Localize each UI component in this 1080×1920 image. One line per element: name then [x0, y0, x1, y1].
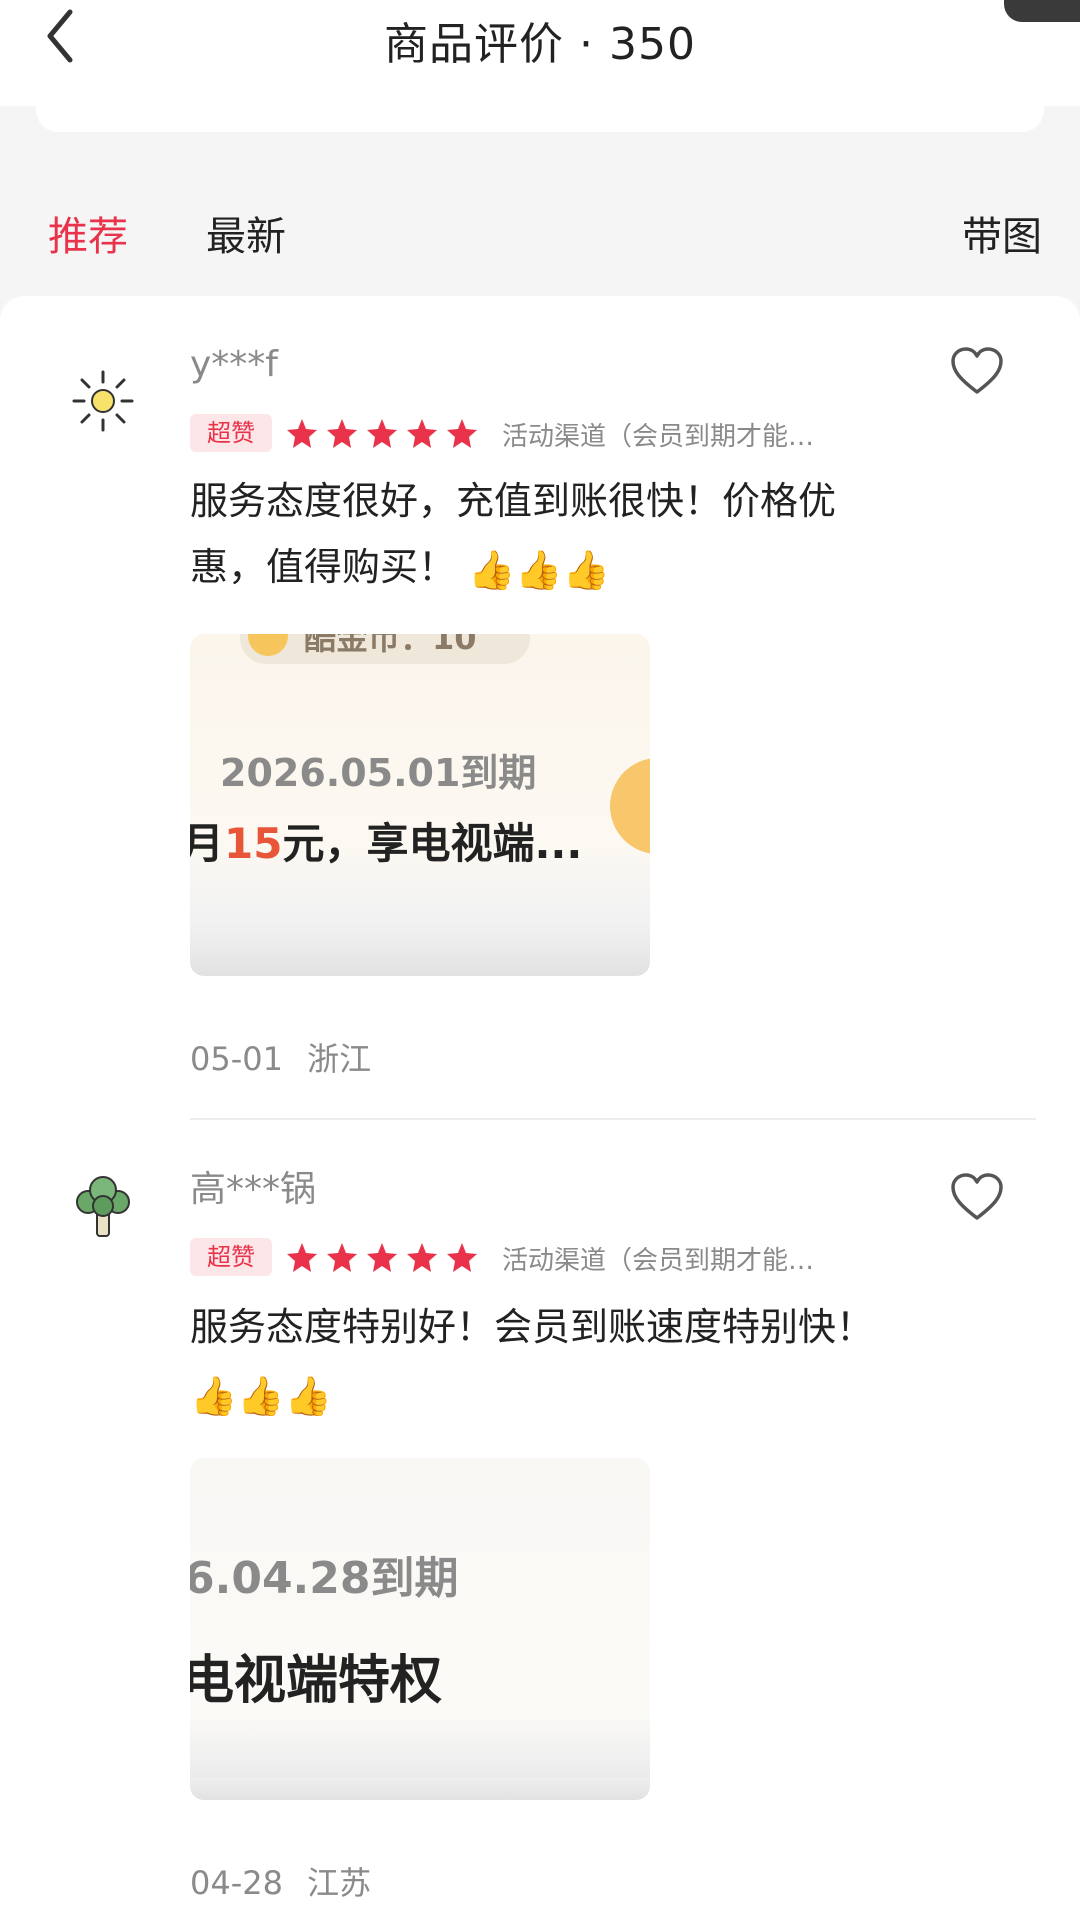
rating-badge: 超赞 — [190, 414, 272, 452]
photo-offer-line: 电视端特权 — [190, 1651, 443, 1711]
review-list: y***f 超赞 活动渠道（会员到期才能… 服务态度很好，充值到账很快！价格优惠… — [0, 296, 1080, 1920]
review-region: 浙江 — [307, 1040, 372, 1078]
review-divider — [190, 1118, 1036, 1120]
star-rating — [287, 419, 477, 448]
review-photo[interactable]: 酷金币：10 2026.05.01到期 月15元，享电视端... — [190, 634, 650, 976]
broccoli-icon — [76, 1176, 130, 1237]
header-bar: 商品评价 · 350 — [0, 0, 1080, 106]
review-text: 服务态度很好，充值到账很快！价格优惠，值得购买！ 👍👍👍 — [190, 468, 890, 603]
heart-icon[interactable] — [950, 346, 1004, 396]
tab-recommend[interactable]: 推荐 — [48, 204, 128, 262]
tab-with-images[interactable]: 带图 — [962, 204, 1042, 262]
tab-latest[interactable]: 最新 — [206, 204, 286, 262]
review-date: 04-28 — [190, 1864, 283, 1902]
sun-icon — [72, 370, 134, 432]
purchase-channel: 活动渠道（会员到期才能… — [502, 1246, 815, 1276]
thumbs-up-emoji: 👍👍👍 — [468, 547, 611, 592]
thumbs-up-emoji: 👍👍👍 — [190, 1373, 332, 1418]
photo-expiry: 2026.05.01到期 — [220, 751, 537, 795]
star-rating — [287, 1243, 477, 1272]
photo-expiry: 6.04.28到期 — [190, 1553, 459, 1604]
review-username: y***f — [190, 344, 278, 385]
rating-badge: 超赞 — [190, 1238, 272, 1276]
photo-decoration — [610, 758, 650, 854]
photo-shadow — [190, 1778, 650, 1800]
photo-shadow — [190, 936, 650, 976]
review-footer: 04-28 江苏 — [190, 1858, 371, 1904]
heart-icon[interactable] — [950, 1172, 1004, 1222]
purchase-channel: 活动渠道（会员到期才能… — [502, 422, 815, 452]
review-photo[interactable]: 6.04.28到期 电视端特权 — [190, 1458, 650, 1800]
status-corner — [1004, 0, 1080, 22]
review-footer: 05-01 浙江 — [190, 1034, 371, 1080]
photo-offer-line: 月15元，享电视端... — [190, 819, 583, 868]
review-date: 05-01 — [190, 1040, 283, 1078]
page-title: 商品评价 · 350 — [384, 19, 696, 70]
review-content: 服务态度特别好！会员到账速度特别快！ — [190, 1305, 875, 1349]
header-card-edge — [36, 96, 1044, 132]
filter-tabs: 推荐 最新 带图 — [0, 186, 1080, 276]
review-region: 江苏 — [307, 1864, 372, 1902]
review-username: 高***锅 — [190, 1169, 317, 1210]
review-text: 服务态度特别好！会员到账速度特别快！ 👍👍👍 — [190, 1294, 890, 1429]
